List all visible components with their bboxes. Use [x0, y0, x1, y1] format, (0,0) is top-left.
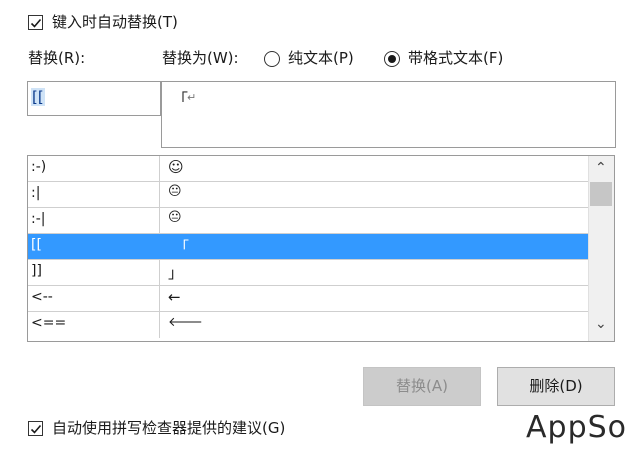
autoreplace-label: 键入时自动替换(T): [52, 13, 178, 31]
appso-watermark: AppSo: [526, 410, 628, 445]
list-item[interactable]: <-- ←: [28, 286, 589, 312]
plain-text-label: 纯文本(P): [288, 49, 354, 67]
spell-suggestions-checkbox[interactable]: [28, 421, 43, 436]
checkmark-icon: [30, 18, 42, 28]
replace-with-label: 替换为(W):: [162, 49, 239, 67]
list-item[interactable]: :-| 😐: [28, 208, 589, 234]
formatted-text-radio[interactable]: [384, 51, 400, 67]
replace-with-field[interactable]: 「 ↵: [161, 81, 616, 148]
radio-dot: [388, 55, 396, 63]
paragraph-mark-icon: ↵: [187, 91, 197, 104]
autocorrect-list[interactable]: :-) ☺ :| 😐 :-| 😐 [[「 ]]」 <-- ← <== 🡐 ⌃ ⌄: [27, 155, 615, 342]
scroll-thumb[interactable]: [590, 182, 612, 206]
scroll-down-icon[interactable]: ⌄: [595, 316, 607, 332]
replace-with-value: 「: [172, 90, 189, 109]
replace-input-value: [[: [31, 88, 45, 106]
autoreplace-checkbox[interactable]: [28, 15, 43, 30]
list-item[interactable]: <== 🡐: [28, 312, 589, 338]
list-item[interactable]: :| 😐: [28, 182, 589, 208]
spell-suggestions-label: 自动使用拼写检查器提供的建议(G): [52, 419, 286, 437]
list-item-selected[interactable]: [[「: [28, 234, 589, 260]
replace-input[interactable]: [[: [27, 81, 161, 116]
replace-label: 替换(R):: [28, 49, 86, 67]
plain-text-radio[interactable]: [264, 51, 280, 67]
list-item[interactable]: :-) ☺: [28, 156, 589, 182]
scroll-up-icon[interactable]: ⌃: [595, 160, 607, 176]
checkmark-icon: [30, 424, 42, 434]
delete-button[interactable]: 删除(D): [497, 367, 615, 406]
list-item[interactable]: ]]」: [28, 260, 589, 286]
formatted-text-label: 带格式文本(F): [408, 49, 504, 67]
list-scrollbar[interactable]: ⌃ ⌄: [588, 156, 614, 341]
replace-button[interactable]: 替换(A): [363, 367, 481, 406]
